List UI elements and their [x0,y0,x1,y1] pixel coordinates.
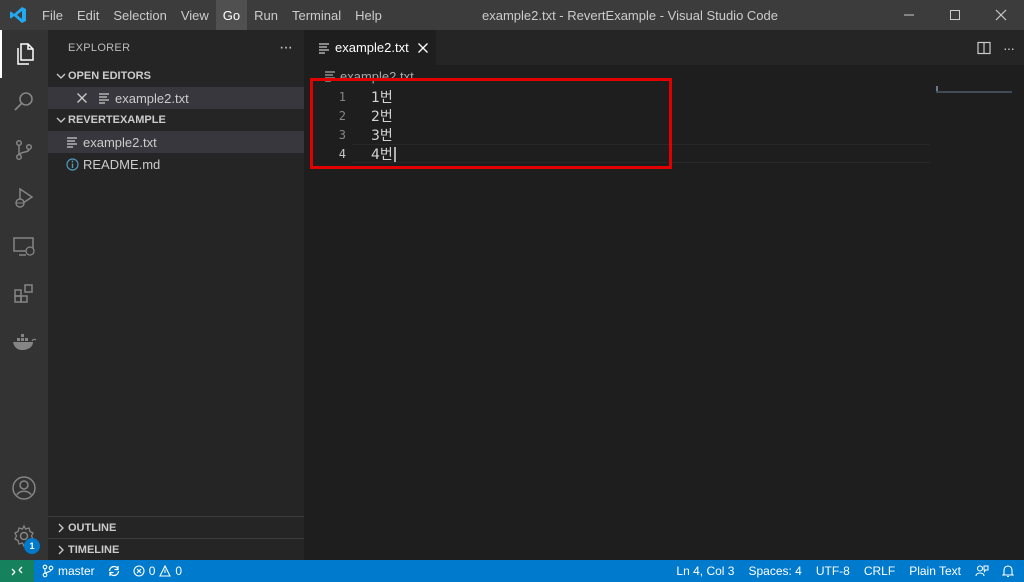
feedback-icon [975,565,989,577]
menu-edit[interactable]: Edit [70,0,106,30]
close-window-button[interactable] [978,0,1024,30]
source-control-icon [15,139,33,161]
more-actions-icon[interactable]: ··· [1003,40,1015,56]
split-editor-icon[interactable] [977,41,991,55]
open-editor-item[interactable]: example2.txt [48,87,304,109]
error-icon [133,565,145,577]
explorer-sidebar: EXPLORER ··· OPEN EDITORS example2.txt R… [48,30,304,560]
manage-activity[interactable]: 1 [0,512,48,560]
title-bar: File Edit Selection View Go Run Terminal… [0,0,1024,30]
close-tab-icon[interactable] [417,42,429,54]
menu-view[interactable]: View [174,0,216,30]
menu-go[interactable]: Go [215,0,248,30]
timeline-section[interactable]: TIMELINE [48,538,304,560]
chevron-down-icon [54,71,68,81]
encoding-status[interactable]: UTF-8 [809,560,857,582]
eol-status[interactable]: CRLF [857,560,902,582]
cursor-position[interactable]: Ln 4, Col 3 [669,560,741,582]
minimize-button[interactable] [886,0,932,30]
remote-explorer-icon [13,237,35,256]
branch-name: master [58,564,95,578]
error-count: 0 [148,564,156,578]
status-right: Ln 4, Col 3 Spaces: 4 UTF-8 CRLF Plain T… [669,560,1024,582]
annotation-highlight-box [310,78,672,169]
run-debug-icon [15,187,34,208]
docker-icon [13,334,37,350]
open-editor-filename: example2.txt [115,90,189,106]
text-file-icon [96,92,112,104]
notifications-button[interactable] [996,560,1024,582]
close-icon [995,9,1007,21]
chevron-right-icon [54,545,68,555]
git-branch-icon [42,564,54,578]
search-icon [14,92,33,111]
accounts-activity[interactable] [0,464,48,512]
maximize-icon [950,10,960,20]
file-name: example2.txt [83,134,157,150]
menu-run[interactable]: Run [247,0,285,30]
editor-tabs: example2.txt ··· [304,30,1024,65]
text-file-icon [318,42,330,54]
warning-icon [159,565,172,577]
menu-file[interactable]: File [35,0,70,30]
open-editors-section[interactable]: OPEN EDITORS [48,65,304,87]
problems-status[interactable]: 0 0 [127,560,188,582]
source-control-activity[interactable] [0,126,48,174]
sync-button[interactable] [101,560,127,582]
workspace-section[interactable]: REVERTEXAMPLE [48,109,304,131]
text-file-icon [64,136,80,148]
activity-bar: 1 [0,30,48,560]
menu-terminal[interactable]: Terminal [285,0,348,30]
file-name: README.md [83,156,161,172]
files-icon [17,43,34,65]
remote-indicator[interactable] [0,560,34,582]
account-icon [12,476,36,500]
section-label: OPEN EDITORS [68,70,151,82]
file-item-example2[interactable]: example2.txt [48,131,304,153]
close-editor-icon[interactable] [74,92,90,104]
sidebar-bottom-sections: OUTLINE TIMELINE [48,516,304,560]
extensions-icon [14,284,33,303]
warning-count: 0 [175,564,183,578]
section-label: TIMELINE [68,543,120,556]
search-activity[interactable] [0,78,48,126]
sync-icon [108,565,119,577]
branch-status[interactable]: master [34,560,101,582]
outline-section[interactable]: OUTLINE [48,516,304,538]
docker-activity[interactable] [0,318,48,366]
indentation-status[interactable]: Spaces: 4 [741,560,808,582]
sidebar-header: EXPLORER ··· [48,30,304,65]
remote-icon [11,566,23,576]
info-icon [64,157,80,171]
menu-selection[interactable]: Selection [106,0,173,30]
menu-bar: File Edit Selection View Go Run Terminal… [35,0,389,30]
run-debug-activity[interactable] [0,174,48,222]
status-bar: master 0 0 Ln 4, Col 3 Spaces: 4 UTF-8 C… [0,560,1024,582]
extensions-activity[interactable] [0,270,48,318]
menu-help[interactable]: Help [348,0,389,30]
feedback-button[interactable] [968,560,996,582]
tab-example2[interactable]: example2.txt [304,30,436,65]
minimap-line [936,91,1012,93]
maximize-button[interactable] [932,0,978,30]
explorer-activity[interactable] [0,30,48,78]
settings-update-badge: 1 [24,538,40,554]
file-item-readme[interactable]: README.md [48,153,304,175]
chevron-right-icon [54,523,68,533]
editor-actions: ··· [977,30,1015,65]
window-title: example2.txt - RevertExample - Visual St… [481,7,778,23]
window-controls [886,0,1024,30]
bell-icon [1002,565,1014,578]
section-label: REVERTEXAMPLE [68,114,166,126]
remote-explorer-activity[interactable] [0,222,48,270]
sidebar-title: EXPLORER [68,41,131,54]
more-actions-button[interactable]: ··· [279,39,293,57]
section-label: OUTLINE [68,521,117,534]
minimize-icon [904,14,914,16]
chevron-down-icon [54,115,68,125]
language-mode[interactable]: Plain Text [902,560,968,582]
vscode-logo-icon [0,0,35,30]
tab-label: example2.txt [335,40,409,55]
